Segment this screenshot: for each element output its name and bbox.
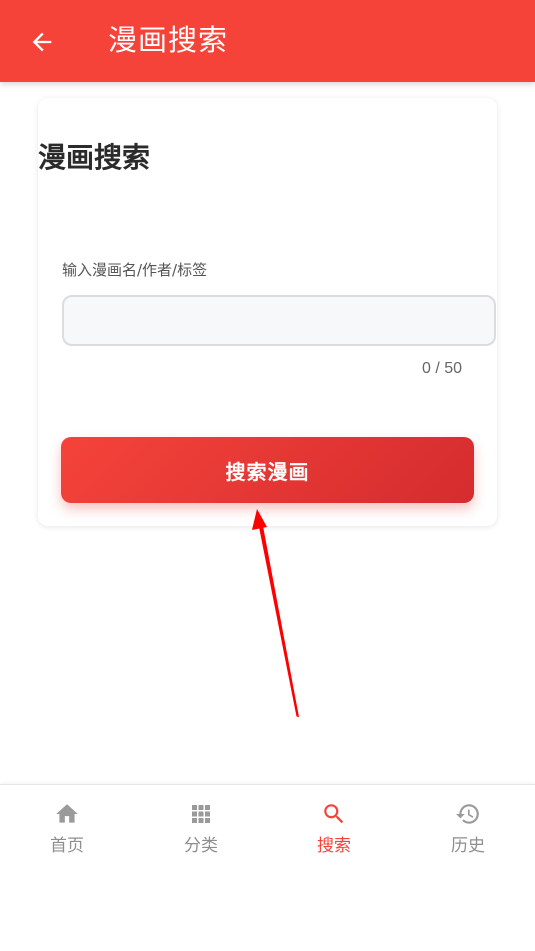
grid-icon	[188, 801, 214, 827]
history-icon	[455, 801, 481, 827]
nav-label-search: 搜索	[317, 836, 351, 856]
arrow-left-icon	[32, 32, 52, 52]
nav-label-history: 历史	[451, 836, 485, 856]
page-title: 漫画搜索	[108, 23, 229, 57]
search-icon	[321, 801, 347, 827]
nav-label-home: 首页	[50, 836, 84, 856]
nav-item-search[interactable]: 搜索	[274, 801, 394, 863]
nav-item-home[interactable]: 首页	[7, 801, 127, 863]
back-button[interactable]	[22, 22, 62, 62]
top-app-bar: 漫画搜索	[0, 0, 535, 82]
search-field-label: 输入漫画名/作者/标签	[62, 261, 208, 279]
search-comic-button[interactable]: 搜索漫画	[61, 437, 474, 503]
card-title: 漫画搜索	[38, 141, 151, 174]
arrow-shaft	[259, 526, 299, 717]
app-screen: 漫画搜索 漫画搜索 输入漫画名/作者/标签 0 / 50 搜索漫画 首页 分类 …	[0, 0, 535, 951]
search-card: 漫画搜索 输入漫画名/作者/标签 0 / 50 搜索漫画	[38, 98, 497, 526]
nav-item-history[interactable]: 历史	[408, 801, 528, 863]
character-counter: 0 / 50	[421, 360, 462, 377]
nav-item-category[interactable]: 分类	[141, 801, 261, 863]
bottom-navigation: 首页 分类 搜索 历史	[0, 784, 535, 951]
nav-label-category: 分类	[184, 836, 218, 856]
search-input[interactable]	[62, 295, 496, 346]
home-icon	[54, 801, 80, 827]
